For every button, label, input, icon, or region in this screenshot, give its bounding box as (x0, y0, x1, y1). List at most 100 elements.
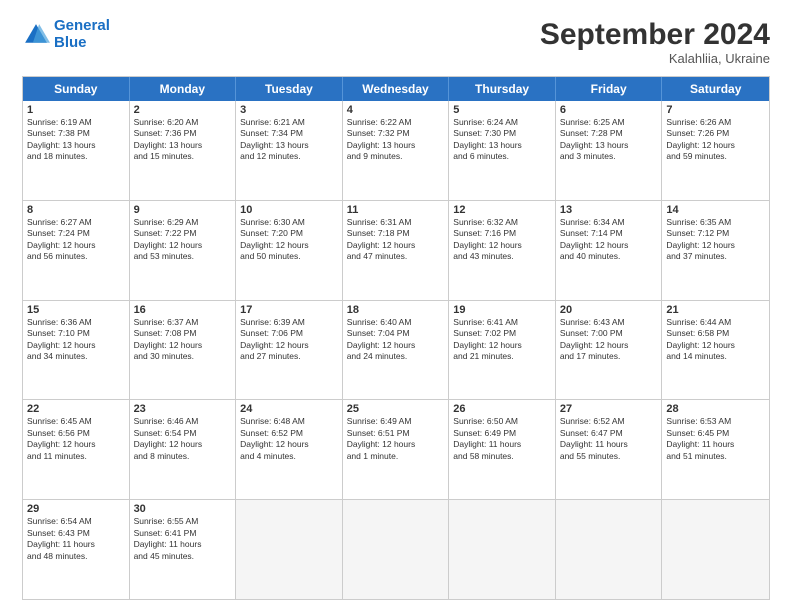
cell-line: Daylight: 13 hours (347, 140, 445, 151)
day-number: 20 (560, 304, 658, 316)
day-number: 24 (240, 403, 338, 415)
cell-line: and 59 minutes. (666, 151, 765, 162)
cell-line: Daylight: 12 hours (666, 240, 765, 251)
day-number: 5 (453, 104, 551, 116)
day-number: 12 (453, 204, 551, 216)
logo-general: General (54, 17, 110, 34)
day-number: 6 (560, 104, 658, 116)
cell-line: and 48 minutes. (27, 551, 125, 562)
cell-line: Daylight: 12 hours (666, 140, 765, 151)
cell-line: and 34 minutes. (27, 351, 125, 362)
cell-line: Sunrise: 6:19 AM (27, 117, 125, 128)
header-cell-saturday: Saturday (662, 77, 769, 101)
cell-line: and 53 minutes. (134, 251, 232, 262)
cal-cell-day: 16Sunrise: 6:37 AMSunset: 7:08 PMDayligh… (130, 301, 237, 400)
day-number: 23 (134, 403, 232, 415)
cell-line: Daylight: 12 hours (27, 240, 125, 251)
day-number: 19 (453, 304, 551, 316)
page: General Blue September 2024 Kalahliia, U… (0, 0, 792, 612)
cell-line: Sunrise: 6:31 AM (347, 217, 445, 228)
cal-cell-day: 22Sunrise: 6:45 AMSunset: 6:56 PMDayligh… (23, 400, 130, 499)
day-number: 8 (27, 204, 125, 216)
cell-line: Sunrise: 6:55 AM (134, 516, 232, 527)
cell-line: and 24 minutes. (347, 351, 445, 362)
cal-cell-empty (236, 500, 343, 599)
cell-line: and 12 minutes. (240, 151, 338, 162)
calendar: SundayMondayTuesdayWednesdayThursdayFrid… (22, 76, 770, 600)
cell-line: Daylight: 12 hours (134, 340, 232, 351)
cell-line: Daylight: 12 hours (240, 439, 338, 450)
header-cell-thursday: Thursday (449, 77, 556, 101)
cell-line: Sunset: 6:43 PM (27, 528, 125, 539)
cell-line: and 6 minutes. (453, 151, 551, 162)
cell-line: Sunset: 7:36 PM (134, 128, 232, 139)
day-number: 17 (240, 304, 338, 316)
cell-line: and 58 minutes. (453, 451, 551, 462)
cell-line: Sunset: 6:47 PM (560, 428, 658, 439)
cell-line: Sunrise: 6:22 AM (347, 117, 445, 128)
cell-line: Sunset: 6:49 PM (453, 428, 551, 439)
day-number: 27 (560, 403, 658, 415)
day-number: 26 (453, 403, 551, 415)
cell-line: Daylight: 13 hours (453, 140, 551, 151)
day-number: 29 (27, 503, 125, 515)
cal-cell-day: 5Sunrise: 6:24 AMSunset: 7:30 PMDaylight… (449, 101, 556, 200)
cal-cell-day: 24Sunrise: 6:48 AMSunset: 6:52 PMDayligh… (236, 400, 343, 499)
cell-line: Daylight: 12 hours (134, 240, 232, 251)
day-number: 21 (666, 304, 765, 316)
cell-line: Sunrise: 6:46 AM (134, 416, 232, 427)
cell-line: and 9 minutes. (347, 151, 445, 162)
cell-line: and 18 minutes. (27, 151, 125, 162)
cell-line: Sunset: 6:52 PM (240, 428, 338, 439)
cell-line: Sunset: 7:08 PM (134, 328, 232, 339)
cell-line: Sunrise: 6:54 AM (27, 516, 125, 527)
cell-line: and 15 minutes. (134, 151, 232, 162)
cell-line: Sunrise: 6:26 AM (666, 117, 765, 128)
cal-cell-day: 26Sunrise: 6:50 AMSunset: 6:49 PMDayligh… (449, 400, 556, 499)
cell-line: and 14 minutes. (666, 351, 765, 362)
cell-line: Daylight: 11 hours (134, 539, 232, 550)
day-number: 7 (666, 104, 765, 116)
cal-cell-empty (556, 500, 663, 599)
cell-line: and 27 minutes. (240, 351, 338, 362)
logo: General Blue (22, 18, 110, 51)
cell-line: Sunrise: 6:53 AM (666, 416, 765, 427)
cell-line: Sunset: 7:38 PM (27, 128, 125, 139)
cell-line: Daylight: 12 hours (347, 240, 445, 251)
cell-line: Sunrise: 6:45 AM (27, 416, 125, 427)
cell-line: Sunrise: 6:40 AM (347, 317, 445, 328)
cell-line: Sunset: 6:51 PM (347, 428, 445, 439)
cell-line: Sunrise: 6:24 AM (453, 117, 551, 128)
day-number: 1 (27, 104, 125, 116)
header: General Blue September 2024 Kalahliia, U… (22, 18, 770, 66)
cell-line: Daylight: 13 hours (27, 140, 125, 151)
cell-line: and 30 minutes. (134, 351, 232, 362)
cell-line: Sunset: 7:12 PM (666, 228, 765, 239)
cell-line: and 21 minutes. (453, 351, 551, 362)
cell-line: Sunrise: 6:35 AM (666, 217, 765, 228)
day-number: 4 (347, 104, 445, 116)
cell-line: Sunset: 7:02 PM (453, 328, 551, 339)
cal-cell-empty (662, 500, 769, 599)
cell-line: Sunrise: 6:52 AM (560, 416, 658, 427)
cell-line: Daylight: 11 hours (453, 439, 551, 450)
cell-line: Sunrise: 6:20 AM (134, 117, 232, 128)
cell-line: Sunset: 7:30 PM (453, 128, 551, 139)
cell-line: Daylight: 12 hours (560, 240, 658, 251)
cell-line: Sunrise: 6:41 AM (453, 317, 551, 328)
cal-cell-day: 2Sunrise: 6:20 AMSunset: 7:36 PMDaylight… (130, 101, 237, 200)
cell-line: Sunset: 7:16 PM (453, 228, 551, 239)
cal-cell-day: 9Sunrise: 6:29 AMSunset: 7:22 PMDaylight… (130, 201, 237, 300)
cal-cell-day: 27Sunrise: 6:52 AMSunset: 6:47 PMDayligh… (556, 400, 663, 499)
cal-cell-empty (449, 500, 556, 599)
cell-line: and 3 minutes. (560, 151, 658, 162)
day-number: 18 (347, 304, 445, 316)
cell-line: Sunset: 7:34 PM (240, 128, 338, 139)
cal-cell-day: 14Sunrise: 6:35 AMSunset: 7:12 PMDayligh… (662, 201, 769, 300)
cal-cell-empty (343, 500, 450, 599)
cell-line: and 37 minutes. (666, 251, 765, 262)
cell-line: Daylight: 12 hours (347, 439, 445, 450)
cal-row: 15Sunrise: 6:36 AMSunset: 7:10 PMDayligh… (23, 300, 769, 400)
cal-cell-day: 20Sunrise: 6:43 AMSunset: 7:00 PMDayligh… (556, 301, 663, 400)
day-number: 25 (347, 403, 445, 415)
